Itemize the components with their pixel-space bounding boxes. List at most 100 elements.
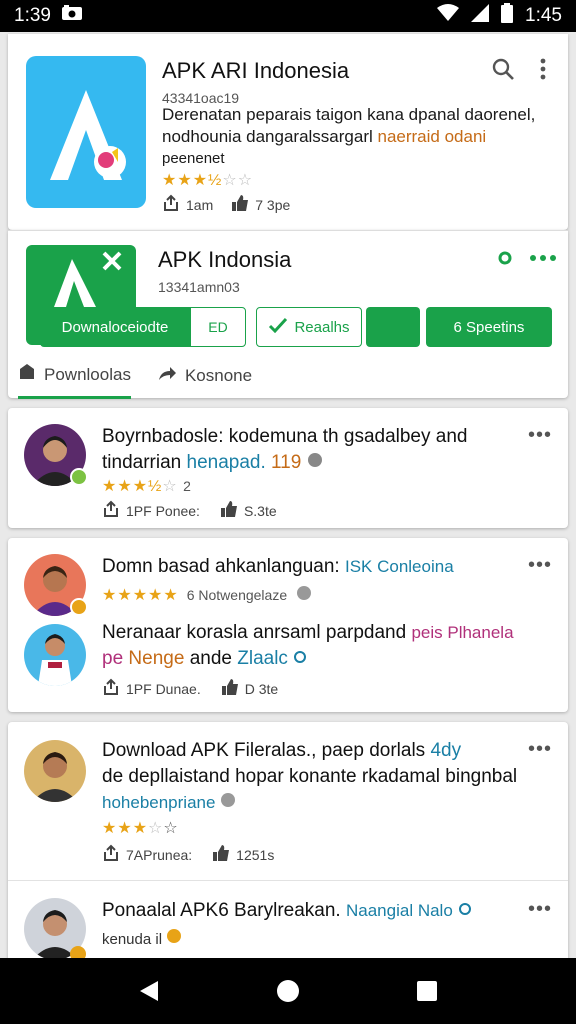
image-notification-icon xyxy=(61,5,83,27)
review-line: kenuda il xyxy=(102,928,182,948)
thumbs-up-icon[interactable] xyxy=(220,500,238,521)
download-button[interactable]: Downaloceiodte xyxy=(40,307,190,347)
battery-icon xyxy=(501,3,514,29)
app-desc-line3: peenenet xyxy=(162,150,225,167)
tab-response-label: Kosnone xyxy=(184,366,253,385)
review-card[interactable]: Download APK Fileralas., paep dorlals 4d… xyxy=(8,722,568,962)
app-header-card[interactable]: APK ARI Indonesia 43341oac19 Derenatan p… xyxy=(8,34,568,230)
review-line: Download APK Fileralas., paep dorlals 4d… xyxy=(102,738,520,764)
thumbs-up-icon[interactable] xyxy=(212,844,230,865)
review-text: Download APK Fileralas., paep dorlals 4d… xyxy=(102,738,520,816)
app-description: Derenatan peparais taigon kana dpanal da… xyxy=(162,104,562,170)
review-stars: ★★★★★ xyxy=(102,586,179,604)
tab-bar: Pownloolas Kosnone xyxy=(18,363,252,399)
home-icon[interactable] xyxy=(268,971,308,1011)
tab-response[interactable]: Kosnone xyxy=(157,363,252,399)
review-line: hohebenpriane xyxy=(102,790,520,816)
review-line-part: ande xyxy=(184,648,238,669)
review-line: pe Nenge ande Zlaalc xyxy=(102,646,514,672)
app-meta: 1am 7 3pe xyxy=(162,194,290,215)
share-icon[interactable] xyxy=(162,194,180,215)
download-tab-icon xyxy=(18,363,36,386)
review-stars: ★★★½☆ 2 xyxy=(102,478,192,495)
review-line-part: Domn basad ahkanlanguan: xyxy=(102,556,345,577)
options-button[interactable]: 6 Speetins xyxy=(426,307,552,347)
app-meta-other: 7 3pe xyxy=(255,196,291,213)
reactions-label: Reaalhs xyxy=(294,318,350,336)
review-more-icon[interactable]: ••• xyxy=(528,738,552,761)
forward-arrow-icon xyxy=(157,366,177,387)
review-rating-row: ★★★★★ 6 Notwengelaze xyxy=(102,584,313,605)
avatar xyxy=(24,740,86,802)
app-rating-stars: ★★★½☆☆ xyxy=(162,172,254,189)
link-icon xyxy=(295,584,313,605)
status-bar: 1:39 1:45 xyxy=(0,0,576,32)
review-highlight: 4dy xyxy=(430,740,462,761)
review-highlight: ISK Conleoina xyxy=(344,557,454,576)
action-button-row: Downaloceiodte ED Reaalhs 6 Speetins xyxy=(40,307,554,349)
green-toggle-button[interactable] xyxy=(366,307,420,347)
review-highlight: Zlaalc xyxy=(237,648,288,669)
review-meta: 1PF Dunae. D 3te xyxy=(102,678,278,699)
review-stars: ★★★☆☆ xyxy=(102,820,179,837)
search-icon[interactable] xyxy=(488,54,518,84)
thumbs-up-icon[interactable] xyxy=(231,194,249,215)
review-highlight: hohebenpriane xyxy=(102,793,216,812)
review-line-part: Ponaalal APK6 Barylreakan. xyxy=(102,900,346,921)
app-title: APK ARI Indonesia xyxy=(162,58,350,83)
review-text: Neranaar korasla anrsaml parpdand peis P… xyxy=(102,620,514,672)
review-line-part: Neranaar korasla anrsaml parpdand xyxy=(102,622,412,643)
review-highlight: henapad. xyxy=(186,452,266,473)
verified-badge-icon xyxy=(70,468,88,486)
app-logo-blue xyxy=(26,56,146,208)
review-meta: 7APrunea: 1251s xyxy=(102,844,274,865)
review-line-part: tindarrian xyxy=(102,452,187,473)
overflow-menu-icon[interactable] xyxy=(528,54,558,84)
review-meta-text: 7APrunea: xyxy=(126,846,193,863)
review-more-icon[interactable]: ••• xyxy=(528,898,552,921)
app-meta-likes: 1am xyxy=(186,196,214,213)
recents-icon[interactable] xyxy=(407,971,447,1011)
share-icon[interactable] xyxy=(102,844,120,865)
review-line: Neranaar korasla anrsaml parpdand peis P… xyxy=(102,620,514,646)
share-icon[interactable] xyxy=(102,678,120,699)
link-circle-icon xyxy=(293,648,307,669)
review-more-icon[interactable]: ••• xyxy=(528,554,552,577)
info-circle-icon xyxy=(220,793,236,812)
reaction-icon xyxy=(268,317,288,337)
thumbs-up-icon[interactable] xyxy=(221,678,239,699)
secondary-download-button[interactable]: ED xyxy=(190,307,246,347)
tab-downloads[interactable]: Pownloolas xyxy=(18,363,131,399)
divider xyxy=(8,880,568,881)
review-line-part: pe xyxy=(102,648,124,669)
app-detail-card: APK Indonsia 13341amn03 Downaloceiodte E… xyxy=(8,230,568,399)
system-nav-bar xyxy=(0,958,576,1024)
review-line: Boyrnbadosle: kodemuna th gsadalbey and xyxy=(102,426,468,447)
status-time-left: 1:39 xyxy=(14,5,51,26)
avatar xyxy=(24,624,86,686)
status-time-right: 1:45 xyxy=(525,5,562,26)
app-desc-line2a: nodhounia dangaralssargarl xyxy=(162,127,373,146)
app-desc-line1: Derenatan peparais taigon kana dpanal da… xyxy=(162,105,536,124)
review-meta-text: 1PF Ponee: xyxy=(126,502,200,519)
review-more-icon[interactable]: ••• xyxy=(528,424,552,447)
back-icon[interactable] xyxy=(129,971,169,1011)
review-line: Domn basad ahkanlanguan: ISK Conleoina xyxy=(102,554,454,580)
review-line: tindarrian henapad. 119 xyxy=(102,450,467,476)
review-meta: 1PF Ponee: S.3te xyxy=(102,500,277,521)
review-text: Boyrnbadosle: kodemuna th gsadalbey and … xyxy=(102,424,467,476)
review-card[interactable]: Boyrnbadosle: kodemuna th gsadalbey and … xyxy=(8,408,568,528)
shield-icon[interactable] xyxy=(490,243,520,273)
review-meta-text: 1PF Dunae. xyxy=(126,680,201,697)
review-meta-likes: S.3te xyxy=(243,502,277,519)
more-dots-icon[interactable] xyxy=(528,243,558,273)
share-icon[interactable] xyxy=(102,500,120,521)
review-highlight-number: 119 xyxy=(265,452,302,473)
signal-icon xyxy=(471,4,490,28)
review-highlight: peis Plhanela xyxy=(411,623,514,642)
reactions-button[interactable]: Reaalhs xyxy=(256,307,362,347)
review-sub: kenuda il xyxy=(102,931,163,948)
review-line-part: Download APK Fileralas., paep dorlals xyxy=(102,740,431,761)
app2-title: APK Indonsia xyxy=(158,247,292,272)
review-card[interactable]: Domn basad ahkanlanguan: ISK Conleoina ★… xyxy=(8,538,568,712)
